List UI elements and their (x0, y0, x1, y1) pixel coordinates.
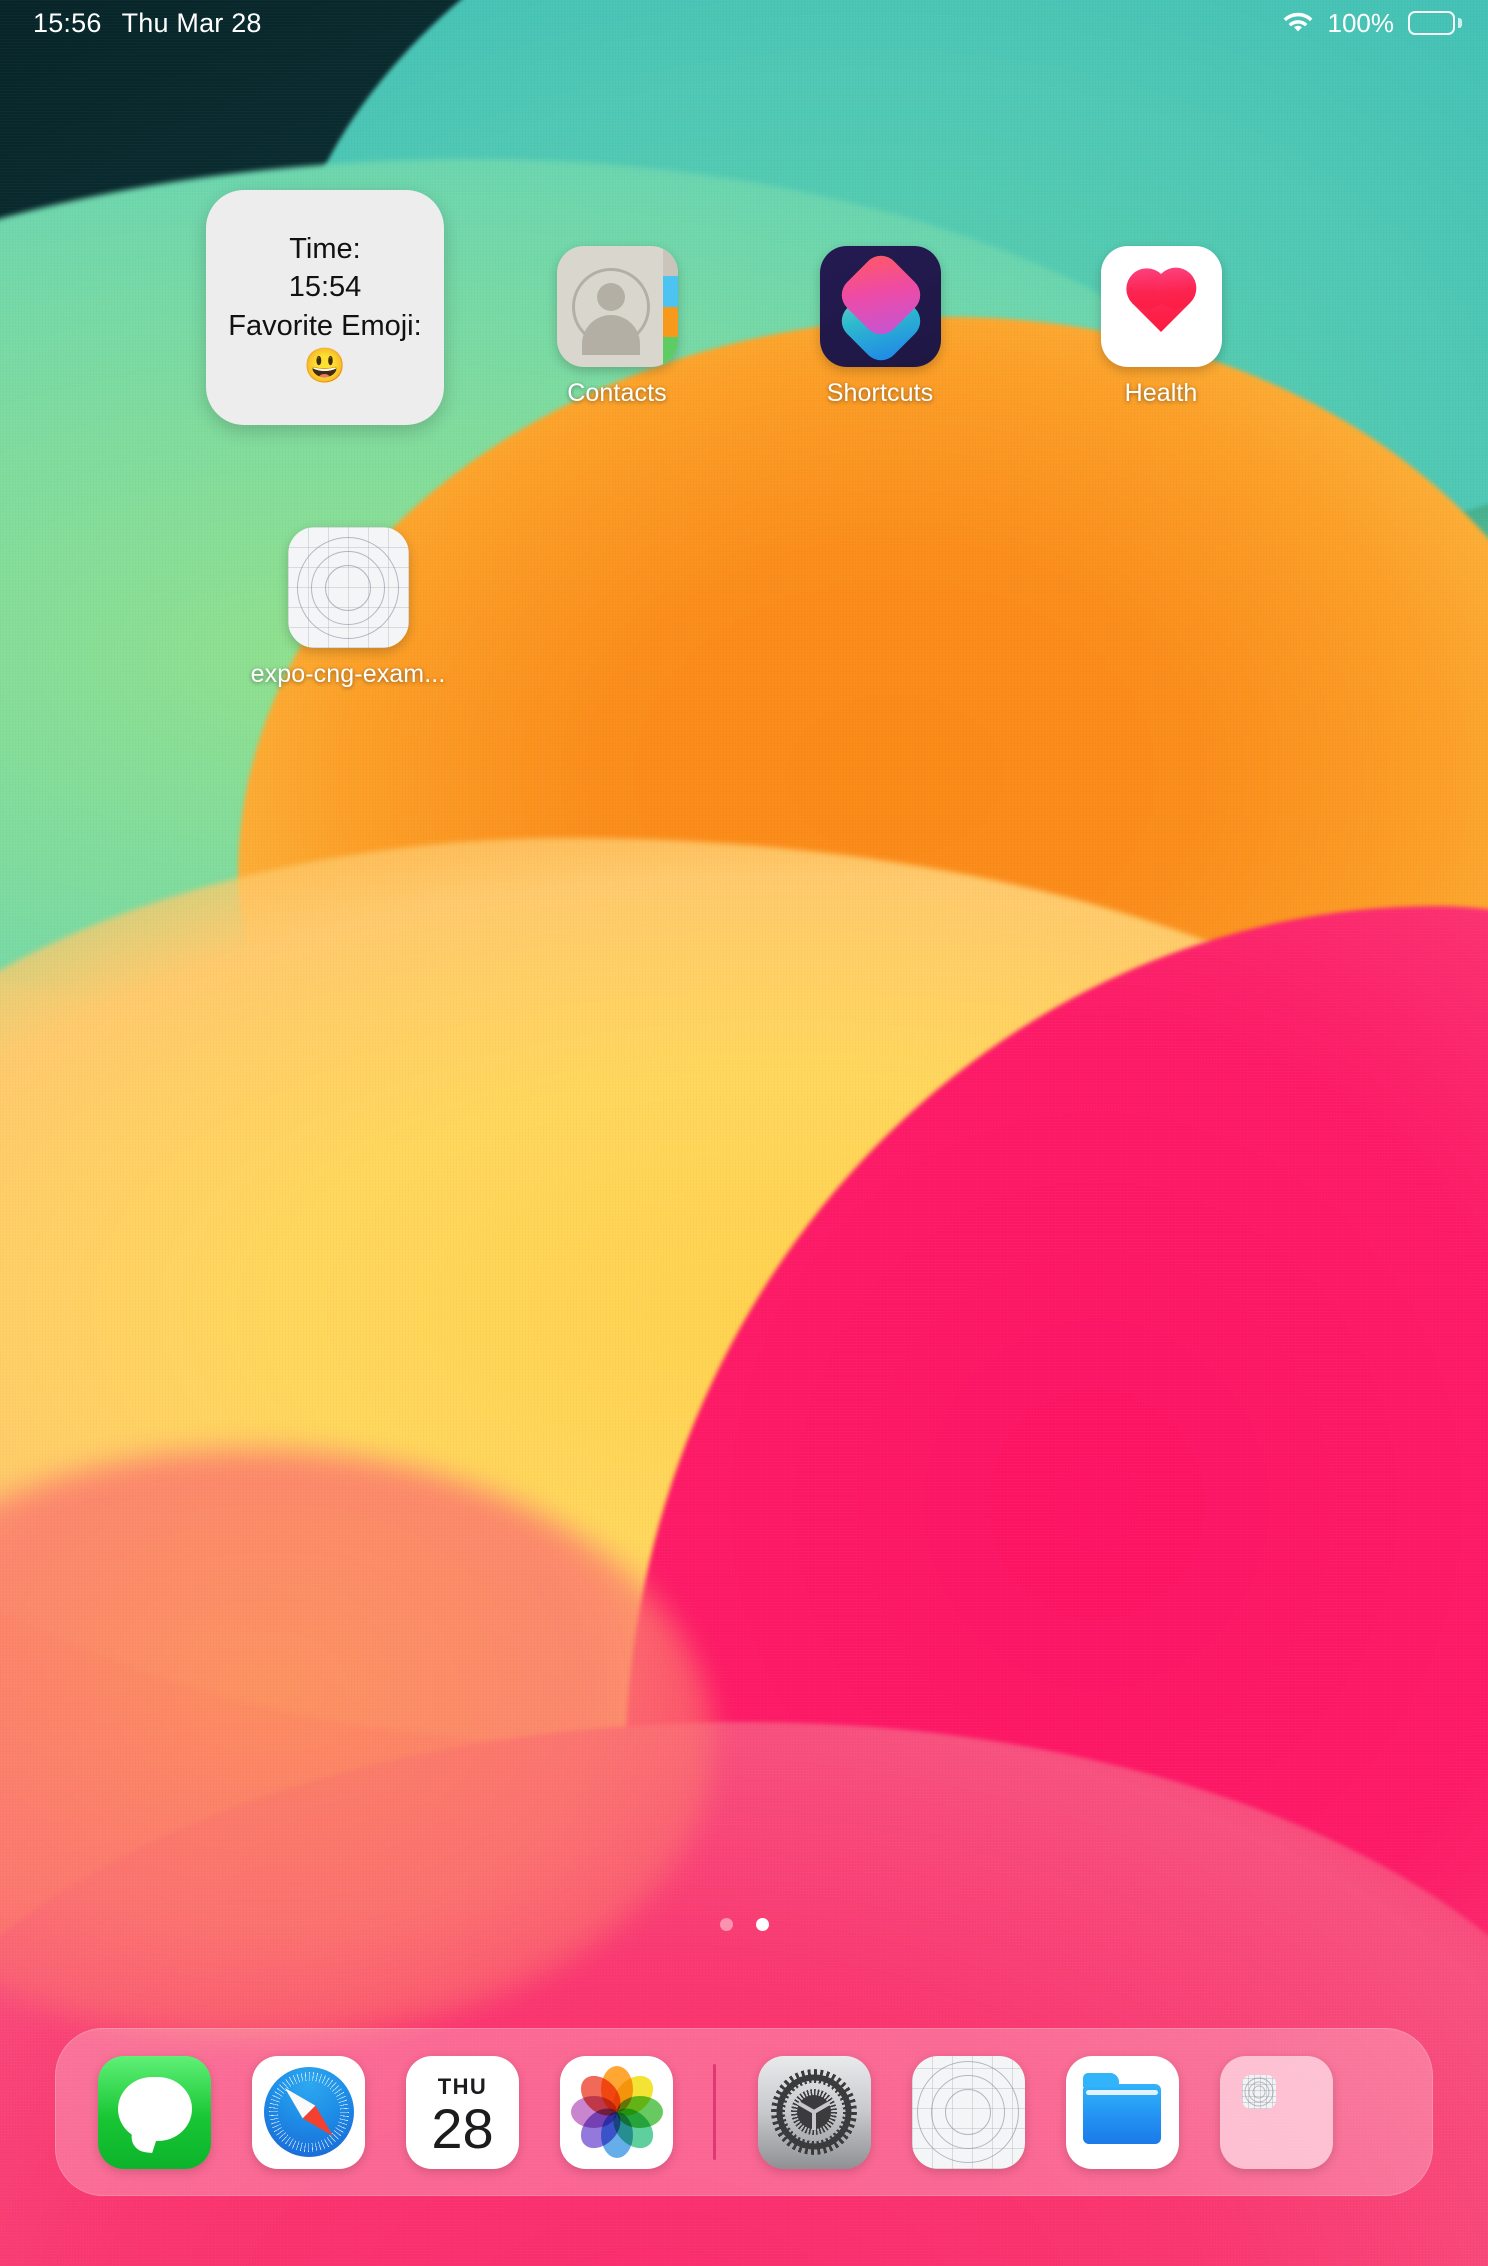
time-emoji-widget[interactable]: Time: 15:54 Favorite Emoji: 😃 (206, 190, 444, 425)
dock-pinned-group (716, 2055, 1333, 2169)
app-icon-contacts[interactable]: Contacts (537, 246, 697, 408)
status-bar-left: 15:56 Thu Mar 28 (33, 0, 262, 46)
page-dot-1[interactable] (719, 1918, 733, 1931)
expo-app-icon (287, 527, 409, 648)
app-label-expo-cng-example: expo-cng-exam... (250, 660, 446, 688)
messages-icon (117, 2076, 192, 2141)
dock-app-safari[interactable] (252, 2055, 365, 2169)
widget-time-label: Time: (289, 232, 361, 265)
app-label-contacts: Contacts (567, 379, 667, 407)
app-icon-shortcuts[interactable]: Shortcuts (800, 246, 960, 408)
widget-emoji-label: Favorite Emoji: (228, 310, 422, 343)
folder-icon (1241, 2074, 1276, 2109)
dock-app-settings[interactable] (757, 2055, 871, 2169)
battery-icon (1408, 11, 1462, 35)
app-label-health: Health (1124, 379, 1198, 407)
dock-app-calendar[interactable]: THU 28 (406, 2055, 519, 2169)
dock-folder[interactable] (1219, 2055, 1333, 2169)
dock-app-photos[interactable] (560, 2055, 673, 2169)
dock-app-files[interactable] (1065, 2055, 1179, 2169)
widget-emoji-value: 😃 (303, 347, 347, 386)
dock-app-messages[interactable] (98, 2055, 211, 2169)
page-dot-2[interactable] (755, 1918, 769, 1931)
wifi-icon (1282, 11, 1314, 35)
contacts-icon (556, 246, 678, 367)
dock-app-expo-cng-example[interactable] (911, 2055, 1025, 2169)
widget-time-value: 15:54 (288, 271, 362, 304)
status-bar-date: Thu Mar 28 (121, 7, 262, 38)
photos-icon (570, 2066, 663, 2158)
status-bar-clock: 15:56 (33, 7, 102, 38)
app-icon-expo-cng-example[interactable]: expo-cng-exam... (243, 527, 453, 689)
status-bar-right: 100% (1282, 0, 1462, 46)
battery-percentage: 100% (1327, 7, 1395, 38)
shortcuts-icon (819, 246, 941, 367)
dock: THU 28 (55, 2028, 1433, 2196)
health-icon (1100, 246, 1222, 367)
safari-icon (263, 2067, 354, 2157)
status-bar: 15:56 Thu Mar 28 100% (0, 0, 1488, 46)
calendar-day-of-week: THU (437, 2073, 488, 2099)
calendar-day-number: 28 (431, 2096, 494, 2160)
app-label-shortcuts: Shortcuts (826, 379, 934, 407)
ipad-home-screen: 15:56 Thu Mar 28 100% Time: 15:54 Favori… (0, 0, 1488, 2266)
app-icon-health[interactable]: Health (1081, 246, 1241, 408)
files-icon (1083, 2073, 1161, 2145)
page-indicator[interactable] (0, 1918, 1488, 1931)
dock-recent-group: THU 28 (55, 2055, 673, 2169)
